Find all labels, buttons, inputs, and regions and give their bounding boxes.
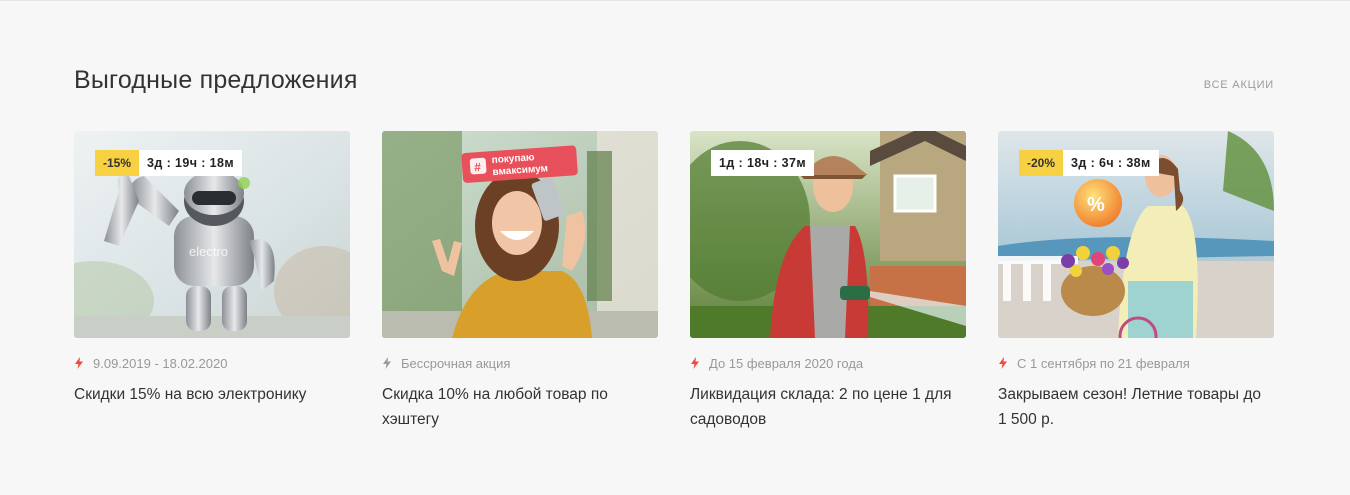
- lightning-icon: [383, 357, 391, 369]
- promo-date: 9.09.2019 - 18.02.2020: [93, 355, 228, 371]
- promo-card[interactable]: 1д : 18ч : 37м До 15 февраля 2020 года Л…: [690, 131, 966, 441]
- promo-title[interactable]: Закрываем сезон! Летние товары до 1 500 …: [998, 382, 1268, 432]
- top-divider: [0, 0, 1350, 1]
- promo-meta: С 1 сентября по 21 февраля: [998, 355, 1190, 371]
- svg-text:electro: electro: [189, 244, 228, 259]
- badge-group: -15% 3д : 19ч : 18м: [95, 150, 243, 176]
- promo-card[interactable]: electro -15% 3д : 19ч : 18м 9.09.2019 - …: [74, 131, 350, 441]
- lightning-icon: [999, 357, 1007, 369]
- badge-group: -20% 3д : 6ч : 38м: [1019, 150, 1159, 176]
- promo-date: До 15 февраля 2020 года: [709, 355, 864, 371]
- selfie-woman-photo: # покупаю вмаксимум: [382, 131, 658, 338]
- countdown-timer: 3д : 19ч : 18м: [139, 150, 243, 176]
- discount-badge: -15%: [95, 150, 140, 176]
- promo-meta: До 15 февраля 2020 года: [690, 355, 863, 371]
- promo-meta: 9.09.2019 - 18.02.2020: [74, 355, 227, 371]
- promo-meta: Бессрочная акция: [382, 355, 510, 371]
- promo-card[interactable]: % -20% 3д : 6ч : 38м С 1 сентября по 21 …: [998, 131, 1274, 441]
- svg-text:#: #: [474, 160, 482, 174]
- promo-title[interactable]: Скидки 15% на всю электронику: [74, 382, 344, 407]
- promo-date: С 1 сентября по 21 февраля: [1017, 355, 1190, 371]
- countdown-timer: 3д : 6ч : 38м: [1063, 150, 1159, 176]
- promo-image-bicycle[interactable]: % -20% 3д : 6ч : 38м: [998, 131, 1274, 338]
- svg-text:%: %: [1087, 194, 1105, 216]
- promo-title[interactable]: Ликвидация склада: 2 по цене 1 для садов…: [690, 382, 960, 432]
- lightning-icon: [75, 357, 83, 369]
- badge-group: 1д : 18ч : 37м: [711, 150, 815, 176]
- promo-card[interactable]: # покупаю вмаксимум Бессрочная акция Ски…: [382, 131, 658, 441]
- countdown-timer: 1д : 18ч : 37м: [711, 150, 815, 176]
- promo-image-gardener[interactable]: 1д : 18ч : 37м: [690, 131, 966, 338]
- promo-title[interactable]: Скидка 10% на любой товар по хэштегу: [382, 382, 652, 432]
- promo-cards-list: electro -15% 3д : 19ч : 18м 9.09.2019 - …: [74, 131, 1274, 451]
- all-promotions-link[interactable]: ВСЕ АКЦИИ: [1204, 79, 1274, 91]
- section-title: Выгодные предложения: [74, 66, 358, 94]
- promo-date: Бессрочная акция: [401, 355, 511, 371]
- lightning-icon: [691, 357, 699, 369]
- discount-badge: -20%: [1019, 150, 1064, 176]
- promo-image-selfie[interactable]: # покупаю вмаксимум: [382, 131, 658, 338]
- section-header: Выгодные предложения ВСЕ АКЦИИ: [74, 66, 1274, 102]
- promo-image-robot[interactable]: electro -15% 3д : 19ч : 18м: [74, 131, 350, 338]
